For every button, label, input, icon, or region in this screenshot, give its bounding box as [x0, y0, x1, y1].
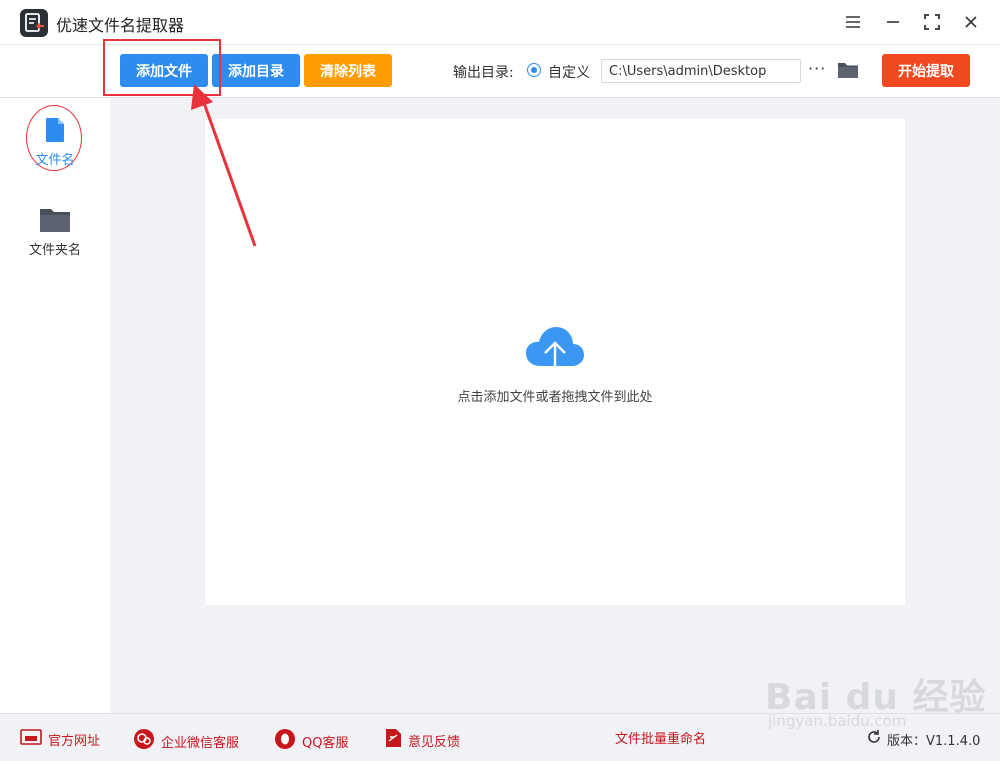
- batch-rename-label: 文件批量重命名: [615, 732, 707, 747]
- clear-list-button[interactable]: 清除列表: [304, 54, 392, 87]
- wechat-support-link[interactable]: 企业微信客服: [133, 728, 239, 754]
- feedback-label: 意见反馈: [408, 734, 461, 750]
- sidebar-item-label: 文件夹名: [28, 243, 81, 258]
- baidu-watermark-url: jingyan.baidu.com: [768, 712, 907, 730]
- version-label: 版本：V1.1.4.0: [887, 733, 981, 749]
- maximize-icon[interactable]: [920, 10, 944, 34]
- official-site-link[interactable]: 官方网址: [20, 728, 100, 750]
- batch-rename-link[interactable]: 文件批量重命名: [615, 728, 706, 747]
- cloud-upload-icon: [525, 324, 585, 382]
- qq-support-label: QQ客服: [302, 735, 349, 751]
- version-info[interactable]: 版本：V1.1.4.0: [866, 729, 980, 749]
- refresh-icon: [866, 729, 882, 749]
- sidebar-item-foldername[interactable]: 文件夹名: [0, 198, 110, 268]
- website-icon: [20, 728, 42, 750]
- file-drop-area[interactable]: 点击添加文件或者拖拽文件到此处: [205, 119, 905, 605]
- wechat-icon: [133, 728, 155, 754]
- official-site-label: 官方网址: [48, 733, 101, 749]
- drop-hint-text: 点击添加文件或者拖拽文件到此处: [457, 390, 653, 405]
- open-folder-icon[interactable]: [837, 59, 859, 81]
- feedback-icon: [384, 728, 402, 752]
- sidebar-item-filename[interactable]: 文件名: [0, 98, 110, 178]
- qq-icon: [274, 728, 296, 754]
- close-icon[interactable]: [959, 10, 983, 34]
- output-dir-label: 输出目录:: [453, 65, 514, 81]
- output-path-input[interactable]: [601, 59, 801, 83]
- folder-icon: [39, 206, 71, 238]
- minimize-icon[interactable]: [881, 10, 905, 34]
- custom-radio-label[interactable]: 自定义: [548, 62, 590, 82]
- annotation-highlight-box: [103, 39, 221, 96]
- menu-icon[interactable]: [841, 10, 865, 34]
- sidebar-item-label: 文件名: [35, 153, 75, 168]
- add-directory-button[interactable]: 添加目录: [212, 54, 300, 87]
- feedback-link[interactable]: 意见反馈: [384, 728, 460, 752]
- file-icon: [41, 116, 69, 148]
- sidebar: 文件名 文件夹名: [0, 98, 110, 713]
- wechat-support-label: 企业微信客服: [161, 735, 240, 751]
- app-logo-icon: [20, 9, 48, 37]
- start-extract-button[interactable]: 开始提取: [882, 54, 970, 87]
- app-title: 优速文件名提取器: [56, 16, 185, 35]
- qq-support-link[interactable]: QQ客服: [274, 728, 348, 754]
- more-options-button[interactable]: ···: [808, 59, 826, 78]
- custom-radio[interactable]: [527, 63, 541, 77]
